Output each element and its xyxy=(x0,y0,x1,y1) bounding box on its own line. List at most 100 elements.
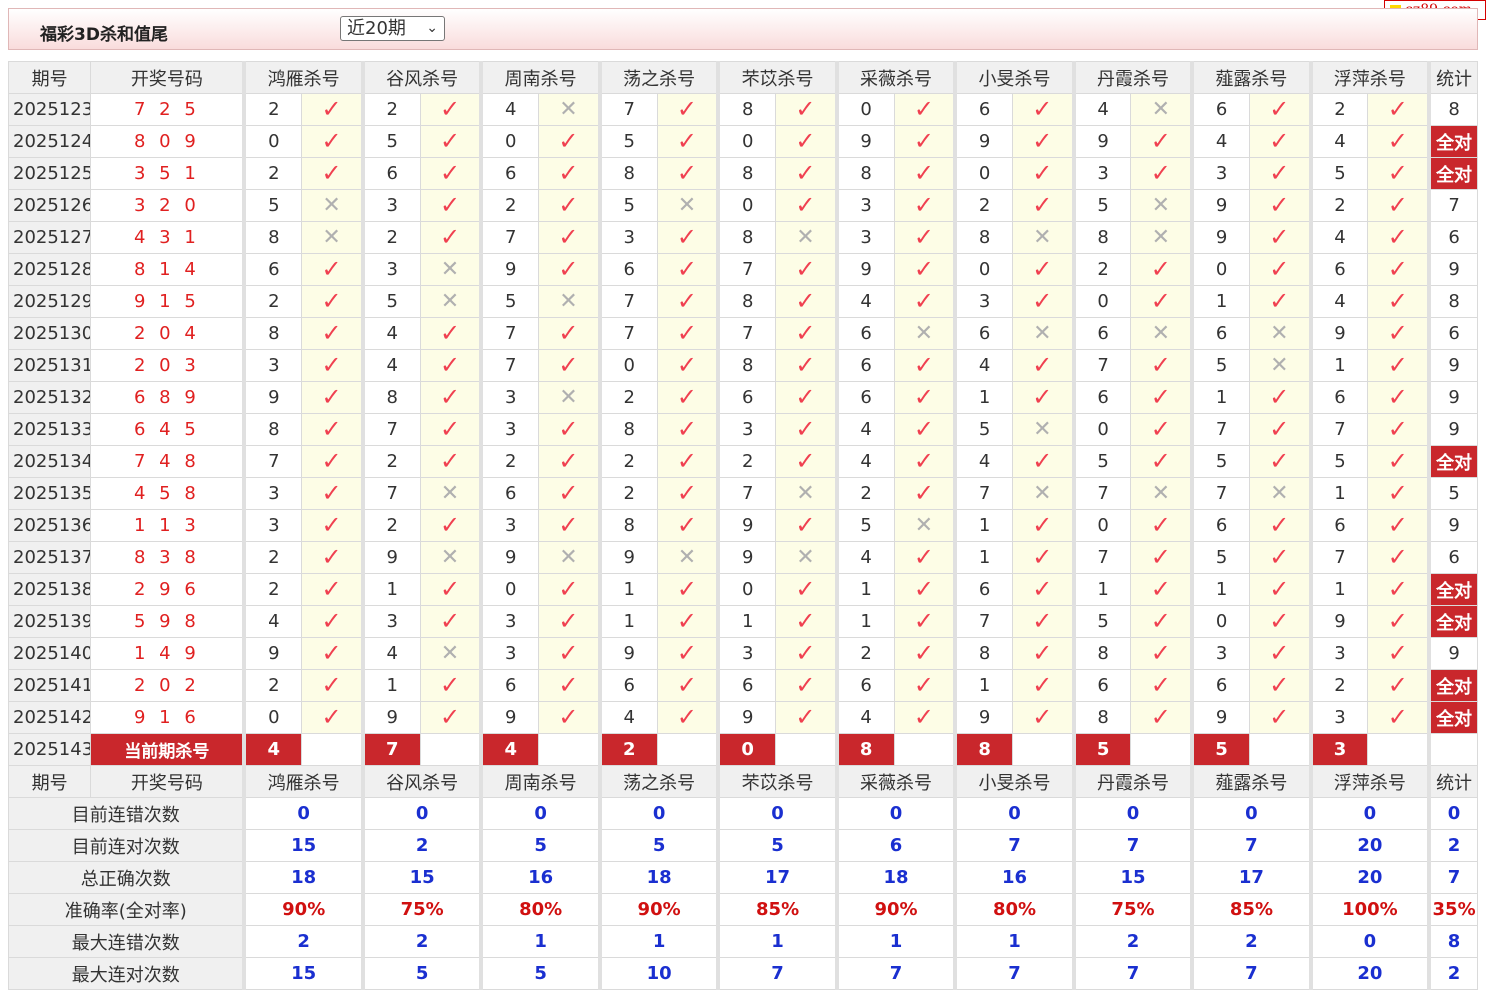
result-cell: ✓ xyxy=(1367,349,1430,382)
kill-number: 9 xyxy=(360,541,421,574)
result-cell: ✓ xyxy=(656,573,719,606)
check-icon: ✓ xyxy=(321,319,342,347)
check-icon: ✓ xyxy=(439,223,461,251)
result-cell: ✓ xyxy=(1248,189,1312,222)
header-row: 期号 开奖号码 鸿雁杀号 谷风杀号 周南杀号 荡之杀号 芣苡杀号 采薇杀号 小旻杀号 丹霞杀号 薤露… xyxy=(7,765,1479,798)
kill-number: 5 xyxy=(360,285,421,318)
result-cell: ✕ xyxy=(419,253,482,286)
draw-cell: 2 0 4 xyxy=(90,317,245,350)
stat-value: 75% xyxy=(1071,893,1193,926)
check-icon: ✓ xyxy=(439,511,461,539)
col-expert[interactable]: 鸿雁杀号 xyxy=(242,61,364,94)
cross-icon: ✕ xyxy=(440,640,460,666)
check-icon: ✓ xyxy=(1032,575,1053,603)
result-cell: ✓ xyxy=(1367,413,1430,446)
col-expert[interactable]: 周南杀号 xyxy=(479,61,601,94)
draw-cell: 8 0 9 xyxy=(90,125,245,158)
result-cell: ✓ xyxy=(538,349,601,382)
current-kill-number: 7 xyxy=(360,733,421,766)
kill-number: 6 xyxy=(479,157,540,190)
check-icon: ✓ xyxy=(676,287,697,315)
draw-cell: 6 4 5 xyxy=(90,413,245,446)
stat-value: 20 xyxy=(1308,957,1430,990)
result-cell: ✓ xyxy=(301,477,364,510)
draw-cell: 1 1 3 xyxy=(90,509,245,542)
check-icon: ✓ xyxy=(321,383,342,411)
kill-number: 4 xyxy=(1190,125,1250,158)
kill-number: 6 xyxy=(479,477,540,510)
result-cell: ✓ xyxy=(893,637,956,670)
col-draw: 开奖号码 xyxy=(90,61,245,94)
total-cell: 5 xyxy=(1427,477,1479,510)
col-expert[interactable]: 鸿雁杀号 xyxy=(242,765,364,798)
col-expert[interactable]: 荡之杀号 xyxy=(597,61,719,94)
result-cell: ✓ xyxy=(538,413,601,446)
issue-cell: 2025139 xyxy=(7,605,92,638)
check-icon: ✓ xyxy=(676,127,697,155)
stat-total: 7 xyxy=(1427,861,1479,894)
col-expert[interactable]: 谷风杀号 xyxy=(360,61,482,94)
col-expert[interactable]: 芣苡杀号 xyxy=(716,61,838,94)
kill-number: 4 xyxy=(834,445,895,478)
result-cell: ✓ xyxy=(419,157,482,190)
result-cell: ✓ xyxy=(538,221,601,254)
check-icon: ✓ xyxy=(1150,607,1171,635)
col-expert[interactable]: 丹霞杀号 xyxy=(1071,61,1193,94)
result-cell: ✓ xyxy=(1248,93,1312,126)
result-cell: ✓ xyxy=(1367,509,1430,542)
col-expert[interactable]: 薤露杀号 xyxy=(1190,765,1312,798)
col-expert[interactable]: 浮萍杀号 xyxy=(1308,61,1430,94)
result-cell: ✓ xyxy=(1248,285,1312,318)
kill-number: 6 xyxy=(597,253,658,286)
kill-number: 2 xyxy=(479,445,540,478)
draw-cell: 9 1 5 xyxy=(90,285,245,318)
kill-number: 9 xyxy=(597,541,658,574)
col-expert[interactable]: 谷风杀号 xyxy=(360,765,482,798)
current-issue: 2025143 xyxy=(7,733,92,766)
kill-number: 2 xyxy=(360,221,421,254)
col-expert[interactable]: 荡之杀号 xyxy=(597,765,719,798)
col-expert[interactable]: 采薇杀号 xyxy=(834,61,956,94)
check-icon: ✓ xyxy=(1150,703,1171,731)
result-cell: ✓ xyxy=(538,445,601,478)
cross-icon: ✕ xyxy=(1270,480,1289,506)
kill-number: 3 xyxy=(716,413,777,446)
result-cell: ✓ xyxy=(301,253,364,286)
result-cell: ✓ xyxy=(301,157,364,190)
check-icon: ✓ xyxy=(321,255,342,283)
check-icon: ✓ xyxy=(795,639,816,667)
col-expert[interactable]: 薤露杀号 xyxy=(1190,61,1312,94)
current-kill-label[interactable]: 当前期杀号 xyxy=(90,733,245,766)
kill-number: 1 xyxy=(1190,573,1250,606)
result-cell: ✕ xyxy=(1130,477,1193,510)
col-expert[interactable]: 芣苡杀号 xyxy=(716,765,838,798)
kill-number: 6 xyxy=(1308,509,1369,542)
col-expert[interactable]: 丹霞杀号 xyxy=(1071,765,1193,798)
result-cell: ✕ xyxy=(1248,317,1312,350)
result-cell: ✓ xyxy=(1367,317,1430,350)
stat-label: 目前连对次数 xyxy=(8,829,245,862)
check-icon: ✓ xyxy=(321,415,342,443)
check-icon: ✓ xyxy=(1269,191,1290,219)
result-cell: ✓ xyxy=(1011,573,1075,606)
col-expert[interactable]: 小旻杀号 xyxy=(953,61,1075,94)
stat-value: 17 xyxy=(716,861,838,894)
result-cell: ✓ xyxy=(893,605,956,638)
col-expert[interactable]: 小旻杀号 xyxy=(953,765,1075,798)
kill-number: 7 xyxy=(360,413,421,446)
check-icon: ✓ xyxy=(1150,383,1171,411)
result-cell: ✕ xyxy=(419,285,482,318)
kill-number: 9 xyxy=(953,125,1013,158)
kill-number: 3 xyxy=(479,605,540,638)
col-expert[interactable]: 周南杀号 xyxy=(479,765,601,798)
check-icon: ✓ xyxy=(1387,447,1408,475)
stat-value: 90% xyxy=(242,893,364,926)
check-icon: ✓ xyxy=(1387,287,1408,315)
check-icon: ✓ xyxy=(913,255,934,283)
period-select[interactable]: 近20期 ⌄ xyxy=(340,16,445,41)
col-expert[interactable]: 浮萍杀号 xyxy=(1308,765,1430,798)
kill-number: 1 xyxy=(716,605,777,638)
table-row: 2025142 9 1 6 0 ✓ 9 ✓ 9 ✓ 4 ✓ 9 ✓ 4 ✓ 9 ✓ 8 ✓ 9 ✓ 3 ✓ 全对 xyxy=(7,701,1479,734)
col-expert[interactable]: 采薇杀号 xyxy=(834,765,956,798)
check-icon: ✓ xyxy=(321,351,342,379)
